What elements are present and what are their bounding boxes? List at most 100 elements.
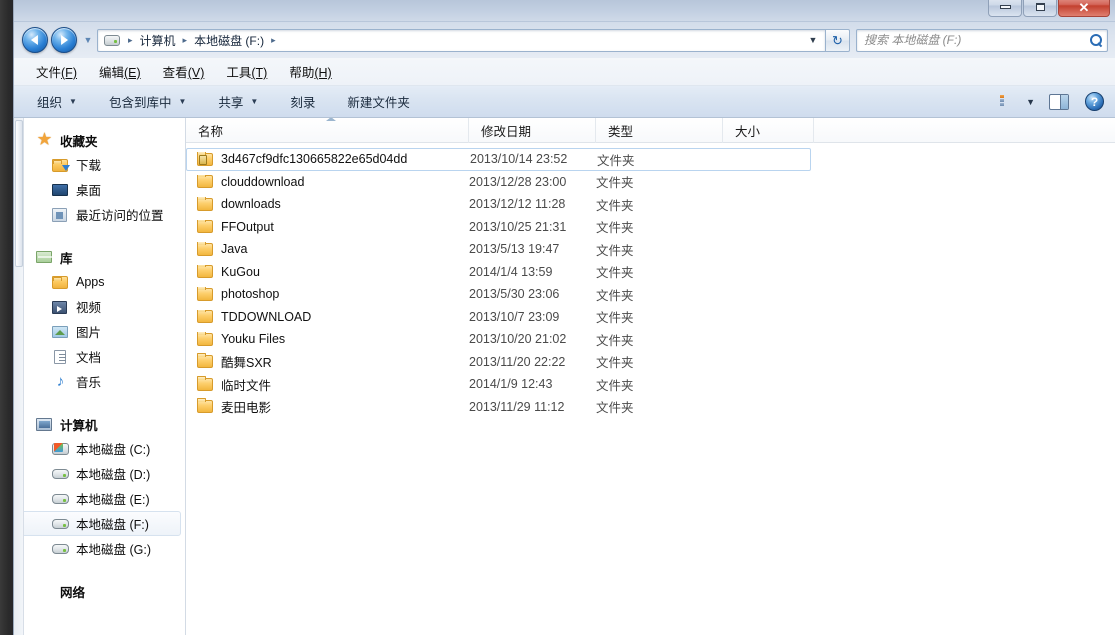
restore-button[interactable] [1023, 0, 1057, 17]
sidebar-item-computer[interactable]: 计算机 [14, 412, 185, 436]
breadcrumb-separator[interactable]: ▸ [178, 35, 193, 46]
table-row[interactable]: 麦田电影 2013/11/29 11:12 文件夹 [186, 396, 1115, 419]
sidebar-item-drive-f-label: 本地磁盘 (F:) [76, 514, 149, 533]
file-type-cell: 文件夹 [596, 307, 723, 326]
sidebar-item-libraries-label: 库 [60, 248, 73, 267]
close-button[interactable]: ✕ [1058, 0, 1110, 17]
view-dropdown-icon[interactable]: ▼ [1026, 97, 1035, 107]
file-name-cell: TDDOWNLOAD [186, 310, 469, 324]
command-toolbar: 组织 ▼ 包含到库中 ▼ 共享 ▼ 刻录 新建文件夹 ▼ [14, 86, 1115, 118]
sidebar-item-favorites[interactable]: ★ 收藏夹 [14, 128, 185, 152]
sidebar-item-drive-e[interactable]: 本地磁盘 (E:) [14, 486, 185, 511]
help-icon[interactable]: ? [1085, 92, 1104, 111]
menu-file[interactable]: 文件(F) [26, 59, 89, 84]
burn-label: 刻录 [290, 92, 315, 111]
new-folder-label: 新建文件夹 [347, 92, 410, 111]
column-header-type[interactable]: 类型 [596, 118, 723, 143]
menu-view-label: 查看 [163, 66, 188, 80]
column-header-type-label: 类型 [608, 121, 633, 140]
navigation-scrollbar[interactable] [14, 118, 24, 635]
desktop-background [0, 0, 13, 635]
sidebar-item-libraries[interactable]: 库 [14, 245, 185, 269]
sidebar-item-drive-c[interactable]: 本地磁盘 (C:) [14, 436, 185, 461]
breadcrumb-separator[interactable]: ▸ [123, 35, 138, 46]
explorer-window: ✕ ▼ ▸ 计算机 ▸ 本地磁盘 (F:) ▸ ▼ ↻ 文件(F) 编辑(E) … [13, 0, 1115, 635]
file-date-cell: 2013/12/28 23:00 [469, 175, 596, 189]
table-row[interactable]: clouddownload 2013/12/28 23:00 文件夹 [186, 171, 1115, 194]
search-box[interactable] [856, 29, 1108, 52]
chevron-down-icon[interactable]: ▼ [805, 30, 821, 51]
table-row[interactable]: TDDOWNLOAD 2013/10/7 23:09 文件夹 [186, 306, 1115, 329]
table-row[interactable]: 酷舞SXR 2013/11/20 22:22 文件夹 [186, 351, 1115, 374]
column-header-name-label: 名称 [198, 121, 223, 140]
search-icon[interactable] [1090, 34, 1103, 47]
menu-tools[interactable]: 工具(T) [216, 59, 279, 84]
preview-pane-icon[interactable] [1049, 94, 1069, 110]
address-bar[interactable]: ▸ 计算机 ▸ 本地磁盘 (F:) ▸ ▼ [97, 29, 826, 52]
organize-button[interactable]: 组织 ▼ [28, 88, 86, 115]
table-row[interactable]: 3d467cf9dfc130665822e65d04dd 2013/10/14 … [186, 148, 811, 171]
search-input[interactable] [864, 33, 1090, 47]
breadcrumb-computer[interactable]: 计算机 [138, 32, 178, 49]
sidebar-item-drive-f[interactable]: 本地磁盘 (F:) [17, 511, 181, 536]
file-name-cell: photoshop [186, 287, 469, 301]
sidebar-item-network[interactable]: 网络 [14, 579, 185, 603]
file-name-label: 临时文件 [221, 375, 271, 394]
minimize-button[interactable] [988, 0, 1022, 17]
column-header-name[interactable]: 名称 [186, 118, 469, 143]
table-row[interactable]: 临时文件 2014/1/9 12:43 文件夹 [186, 373, 1115, 396]
drive-icon [52, 466, 69, 482]
table-row[interactable]: FFOutput 2013/10/25 21:31 文件夹 [186, 216, 1115, 239]
file-name-label: TDDOWNLOAD [221, 310, 311, 324]
burn-button[interactable]: 刻录 [281, 88, 324, 115]
table-row[interactable]: photoshop 2013/5/30 23:06 文件夹 [186, 283, 1115, 306]
sidebar-item-desktop-label: 桌面 [76, 180, 101, 199]
menu-edit[interactable]: 编辑(E) [89, 59, 153, 84]
file-name-label: FFOutput [221, 220, 274, 234]
table-row[interactable]: Youku Files 2013/10/20 21:02 文件夹 [186, 328, 1115, 351]
breadcrumb-drive-f[interactable]: 本地磁盘 (F:) [192, 32, 266, 49]
column-header-date[interactable]: 修改日期 [469, 118, 596, 143]
table-row[interactable]: downloads 2013/12/12 11:28 文件夹 [186, 193, 1115, 216]
drive-icon [52, 491, 69, 507]
file-name-label: photoshop [221, 287, 279, 301]
file-type-cell: 文件夹 [596, 240, 723, 259]
file-type-cell: 文件夹 [596, 195, 723, 214]
sidebar-item-music-label: 音乐 [76, 372, 101, 391]
include-in-library-button[interactable]: 包含到库中 ▼ [100, 88, 195, 115]
sidebar-item-computer-label: 计算机 [60, 415, 98, 434]
refresh-button[interactable]: ↻ [826, 29, 850, 52]
forward-button[interactable] [51, 27, 77, 53]
chevron-down-icon: ▼ [250, 97, 258, 106]
sidebar-item-apps[interactable]: Apps [14, 269, 185, 294]
table-row[interactable]: Java 2013/5/13 19:47 文件夹 [186, 238, 1115, 261]
navigation-scrollbar-thumb[interactable] [15, 120, 23, 267]
breadcrumb-separator[interactable]: ▸ [266, 35, 281, 46]
sidebar-item-network-label: 网络 [60, 582, 85, 601]
menu-edit-mnemonic: (E) [124, 66, 141, 80]
sidebar-item-drive-g[interactable]: 本地磁盘 (G:) [14, 536, 185, 561]
sidebar-item-recent-places-label: 最近访问的位置 [76, 205, 164, 224]
file-name-cell: clouddownload [186, 175, 469, 189]
new-folder-button[interactable]: 新建文件夹 [338, 88, 419, 115]
change-view-icon[interactable] [1000, 95, 1017, 108]
sidebar-item-pictures[interactable]: 图片 [14, 319, 185, 344]
chevron-down-icon: ▼ [69, 97, 77, 106]
sidebar-item-documents[interactable]: 文档 [14, 344, 185, 369]
nav-spacer [14, 229, 185, 245]
share-button[interactable]: 共享 ▼ [209, 88, 267, 115]
share-label: 共享 [218, 92, 243, 111]
sidebar-item-desktop[interactable]: 桌面 [14, 177, 185, 202]
menu-view[interactable]: 查看(V) [153, 59, 217, 84]
sidebar-item-downloads[interactable]: 下载 [14, 152, 185, 177]
sidebar-item-music[interactable]: ♪ 音乐 [14, 369, 185, 394]
table-row[interactable]: KuGou 2014/1/4 13:59 文件夹 [186, 261, 1115, 284]
column-header-size[interactable]: 大小 [723, 118, 814, 143]
history-dropdown-icon[interactable]: ▼ [80, 35, 96, 45]
column-header-date-label: 修改日期 [481, 121, 531, 140]
menu-help[interactable]: 帮助(H) [279, 59, 343, 84]
sidebar-item-recent-places[interactable]: 最近访问的位置 [14, 202, 185, 227]
sidebar-item-videos[interactable]: 视频 [14, 294, 185, 319]
sidebar-item-drive-d[interactable]: 本地磁盘 (D:) [14, 461, 185, 486]
back-button[interactable] [22, 27, 48, 53]
